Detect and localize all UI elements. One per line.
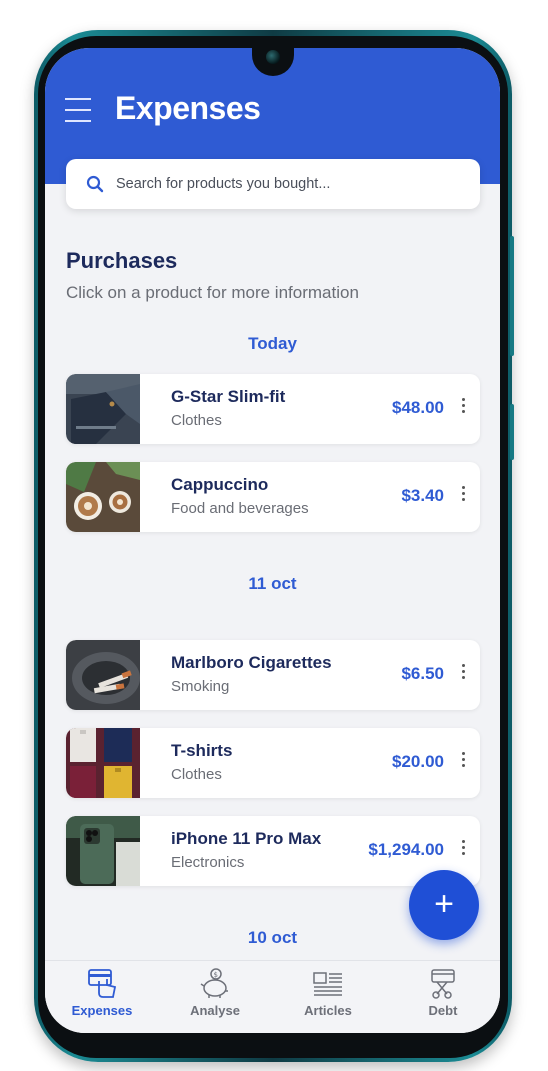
list-item[interactable]: iPhone 11 Pro Max Electronics $1,294.00: [66, 816, 480, 886]
menu-icon[interactable]: [65, 98, 91, 122]
section-subtitle: Click on a product for more information: [66, 283, 359, 302]
product-category: Electronics: [171, 854, 245, 871]
more-options-icon[interactable]: [462, 486, 466, 502]
nav-label: Articles: [304, 1003, 352, 1018]
date-header: Today: [248, 334, 297, 353]
product-price: $3.40: [401, 486, 444, 505]
nav-label: Analyse: [190, 1003, 240, 1018]
svg-text:$: $: [214, 971, 218, 979]
volume-button: [510, 236, 514, 356]
nav-item-articles[interactable]: Articles: [283, 967, 373, 1031]
nav-item-analyse[interactable]: $ Analyse: [170, 967, 260, 1031]
more-options-icon[interactable]: [462, 664, 466, 680]
product-image-jeans: [66, 374, 140, 444]
nav-item-expenses[interactable]: Expenses: [57, 967, 147, 1031]
search-input[interactable]: [116, 169, 466, 199]
product-image-cappuccino: [66, 462, 140, 532]
product-price: $1,294.00: [368, 840, 444, 859]
piggy-bank-icon: $: [200, 968, 228, 998]
nav-item-debt[interactable]: Debt: [398, 967, 488, 1031]
list-item[interactable]: T-shirts Clothes $20.00: [66, 728, 480, 798]
product-image-iphone: [66, 816, 140, 886]
product-price: $48.00: [392, 398, 444, 417]
app-screen: Expenses Purchases Click on a product fo…: [45, 48, 500, 1033]
product-price: $20.00: [392, 752, 444, 771]
product-category: Smoking: [171, 678, 230, 695]
nav-label: Debt: [428, 1003, 458, 1018]
product-category: Clothes: [171, 412, 222, 429]
expenses-icon: [88, 969, 117, 998]
product-name: iPhone 11 Pro Max: [171, 829, 322, 848]
product-name: T-shirts: [171, 741, 233, 760]
product-image-cigarettes: [66, 640, 140, 710]
product-name: Cappuccino: [171, 475, 269, 494]
page-title: Expenses: [115, 90, 261, 126]
product-category: Food and beverages: [171, 500, 309, 517]
articles-icon: [313, 972, 342, 996]
list-item[interactable]: G-Star Slim-fit Clothes $48.00: [66, 374, 480, 444]
debt-icon: [431, 969, 455, 999]
power-button: [510, 404, 514, 460]
bottom-nav: Expenses $ Analyse Articles Debt: [45, 960, 500, 1033]
product-image-tshirts: [66, 728, 140, 798]
product-name: G-Star Slim-fit: [171, 387, 286, 406]
list-item[interactable]: Cappuccino Food and beverages $3.40: [66, 462, 480, 532]
product-category: Clothes: [171, 766, 222, 783]
section-title: Purchases: [66, 248, 178, 273]
search-bar[interactable]: [66, 159, 480, 209]
more-options-icon[interactable]: [462, 398, 466, 414]
date-header: 11 oct: [248, 574, 297, 593]
product-price: $6.50: [401, 664, 444, 683]
nav-label: Expenses: [71, 1003, 133, 1018]
more-options-icon[interactable]: [462, 752, 466, 768]
list-item[interactable]: Marlboro Cigarettes Smoking $6.50: [66, 640, 480, 710]
camera-lens: [266, 50, 280, 64]
product-name: Marlboro Cigarettes: [171, 653, 332, 672]
add-expense-button[interactable]: +: [409, 870, 479, 940]
more-options-icon[interactable]: [462, 840, 466, 856]
search-icon: [86, 175, 104, 193]
